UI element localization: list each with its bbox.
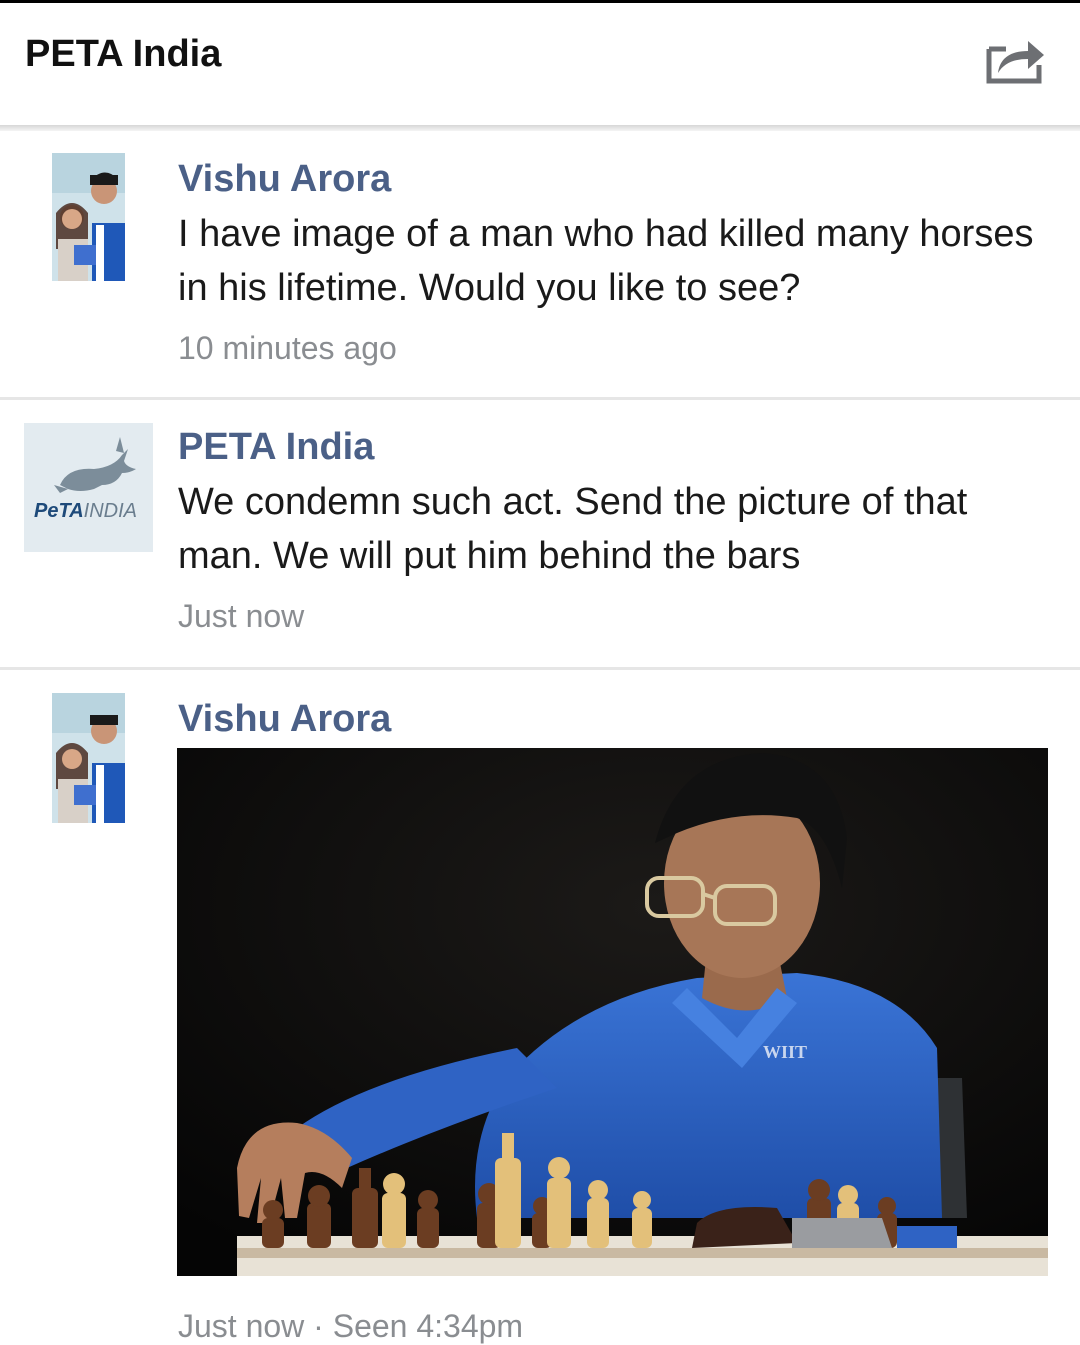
message-text: I have image of a man who had killed man…	[178, 213, 1034, 309]
avatar[interactable]	[52, 153, 125, 281]
message-text: We condemn such act. Send the picture of…	[178, 481, 968, 577]
conversation-title: PETA India	[25, 33, 222, 75]
peta-logo: PeTAINDIA	[34, 500, 137, 522]
message-timestamp: Just now	[178, 598, 305, 634]
avatar[interactable]: PeTAINDIA	[24, 423, 153, 552]
message-item[interactable]: Vishu Arora I have image of a man who ha…	[0, 131, 1080, 397]
message-timestamp: 10 minutes ago	[178, 330, 397, 366]
message-timestamp: Just now · Seen 4:34pm	[178, 1308, 524, 1344]
sender-name[interactable]: Vishu Arora	[178, 698, 391, 741]
sender-name[interactable]: Vishu Arora	[178, 158, 391, 201]
shirt-logo: WIIT	[763, 1042, 807, 1062]
sender-name[interactable]: PETA India	[178, 426, 374, 469]
attached-photo[interactable]: WIIT	[177, 748, 1048, 1276]
message-item[interactable]: PeTAINDIA PETA India We condemn such act…	[0, 400, 1080, 667]
conversation-header: PETA India	[0, 3, 1080, 125]
share-icon[interactable]	[984, 35, 1046, 85]
avatar[interactable]	[52, 693, 125, 823]
